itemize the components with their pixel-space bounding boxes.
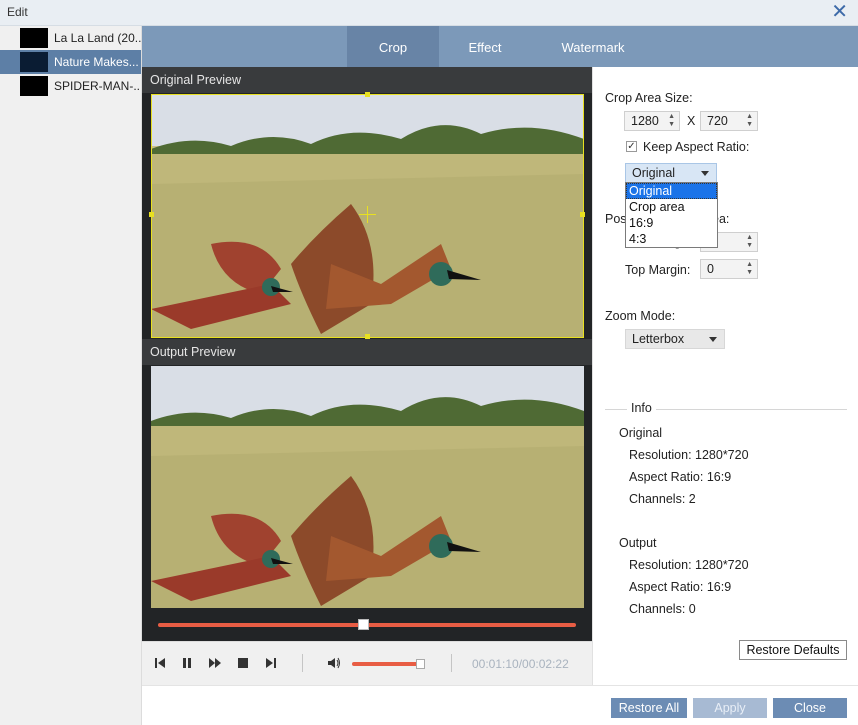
aspect-option-4-3[interactable]: 4:3 (626, 231, 717, 247)
aspect-ratio-dropdown[interactable]: Original (625, 163, 717, 183)
zoom-mode-label: Zoom Mode: (605, 309, 676, 323)
restore-all-button[interactable]: Restore All (611, 698, 687, 718)
volume-thumb[interactable] (416, 659, 426, 669)
stepper-arrows-icon[interactable]: ▲ ▼ (746, 234, 753, 250)
stepper-arrows-icon[interactable]: ▲ ▼ (746, 261, 753, 277)
chevron-down-icon (709, 337, 717, 342)
file-item[interactable]: Nature Makes... (0, 50, 141, 74)
crop-width-value: 1280 (631, 114, 659, 128)
stepper-arrows-icon[interactable]: ▲ ▼ (668, 113, 675, 129)
title-bar: Edit ✕ (0, 0, 858, 26)
close-button[interactable]: Close (773, 698, 847, 718)
top-margin-label: Top Margin: (625, 263, 691, 277)
info-output-resolution: Resolution: 1280*720 (629, 558, 749, 572)
fast-forward-icon[interactable] (208, 656, 222, 670)
aspect-option-original[interactable]: Original (626, 183, 717, 199)
footer-bar: Restore All Apply Close (142, 685, 858, 725)
tab-bar: Crop Effect Watermark (142, 26, 858, 67)
keep-aspect-label: Keep Aspect Ratio: (643, 140, 750, 154)
position-label-start: Pos (605, 212, 627, 226)
tab-crop[interactable]: Crop (347, 26, 439, 67)
restore-defaults-button[interactable]: Restore Defaults (739, 640, 847, 660)
skip-forward-icon[interactable] (264, 656, 278, 670)
window-title: Edit (7, 5, 28, 19)
tab-watermark[interactable]: Watermark (547, 26, 639, 67)
video-thumbnail (20, 76, 48, 96)
stop-icon[interactable] (236, 656, 250, 670)
stepper-arrows-icon[interactable]: ▲ ▼ (746, 113, 753, 129)
file-item[interactable]: La La Land (20... (0, 26, 141, 50)
file-list: La La Land (20... Nature Makes... SPIDER… (0, 26, 142, 725)
file-name: La La Land (20... (54, 31, 141, 45)
playback-controls: 00:01:10/00:02:22 (142, 641, 592, 685)
file-name: SPIDER-MAN-... (54, 79, 141, 93)
aspect-option-16-9[interactable]: 16:9 (626, 215, 717, 231)
zoom-mode-dropdown[interactable]: Letterbox (625, 329, 725, 349)
divider (451, 654, 452, 672)
close-icon[interactable]: ✕ (831, 1, 848, 23)
info-output-aspect: Aspect Ratio: 16:9 (629, 580, 732, 594)
crop-settings-panel: Crop Area Size: 1280 ▲ ▼ X 720 ▲ ▼ ✓ Keep … (592, 67, 858, 685)
zoom-mode-value: Letterbox (632, 332, 685, 346)
divider (302, 654, 303, 672)
crop-area-size-label: Crop Area Size: (605, 91, 693, 105)
crop-width-stepper[interactable]: 1280 ▲ ▼ (624, 111, 680, 131)
aspect-ratio-value: Original (632, 166, 676, 180)
info-output-channels: Channels: 0 (629, 602, 696, 616)
timecode: 00:01:10/00:02:22 (472, 657, 569, 671)
aspect-ratio-menu: Original Crop area 16:9 4:3 (625, 182, 718, 248)
crop-height-value: 720 (707, 114, 728, 128)
tab-effect[interactable]: Effect (439, 26, 531, 67)
info-title: Info (627, 401, 656, 415)
output-preview-frame (151, 366, 584, 608)
seek-bar[interactable] (158, 619, 576, 630)
video-thumbnail (20, 28, 48, 48)
file-item[interactable]: SPIDER-MAN-... (0, 74, 141, 98)
info-original-heading: Original (619, 426, 663, 440)
output-preview-label: Output Preview (150, 345, 236, 359)
apply-button[interactable]: Apply (693, 698, 767, 718)
volume-slider[interactable] (352, 659, 426, 669)
original-video-image (151, 94, 584, 338)
original-preview-label: Original Preview (150, 73, 242, 87)
keep-aspect-checkbox[interactable]: ✓ (626, 141, 637, 152)
info-group: Info Original Resolution: 1280*720 Aspec… (605, 401, 847, 627)
info-original-resolution: Resolution: 1280*720 (629, 448, 749, 462)
output-video-image (151, 366, 584, 608)
chevron-down-icon (701, 171, 709, 176)
top-margin-stepper[interactable]: 0 ▲ ▼ (700, 259, 758, 279)
original-preview-frame[interactable] (151, 94, 584, 338)
file-name: Nature Makes... (54, 55, 139, 69)
pause-icon[interactable] (180, 656, 194, 670)
aspect-option-crop-area[interactable]: Crop area (626, 199, 717, 215)
skip-back-icon[interactable] (153, 656, 167, 670)
top-margin-value: 0 (707, 262, 714, 276)
info-output-heading: Output (619, 536, 657, 550)
seek-thumb[interactable] (357, 619, 369, 630)
volume-icon[interactable] (327, 656, 341, 670)
size-separator: X (687, 114, 696, 128)
info-original-channels: Channels: 2 (629, 492, 696, 506)
crop-height-stepper[interactable]: 720 ▲ ▼ (700, 111, 758, 131)
info-original-aspect: Aspect Ratio: 16:9 (629, 470, 732, 484)
preview-panel: Original Preview Output Preview (142, 67, 592, 685)
video-thumbnail (20, 52, 48, 72)
